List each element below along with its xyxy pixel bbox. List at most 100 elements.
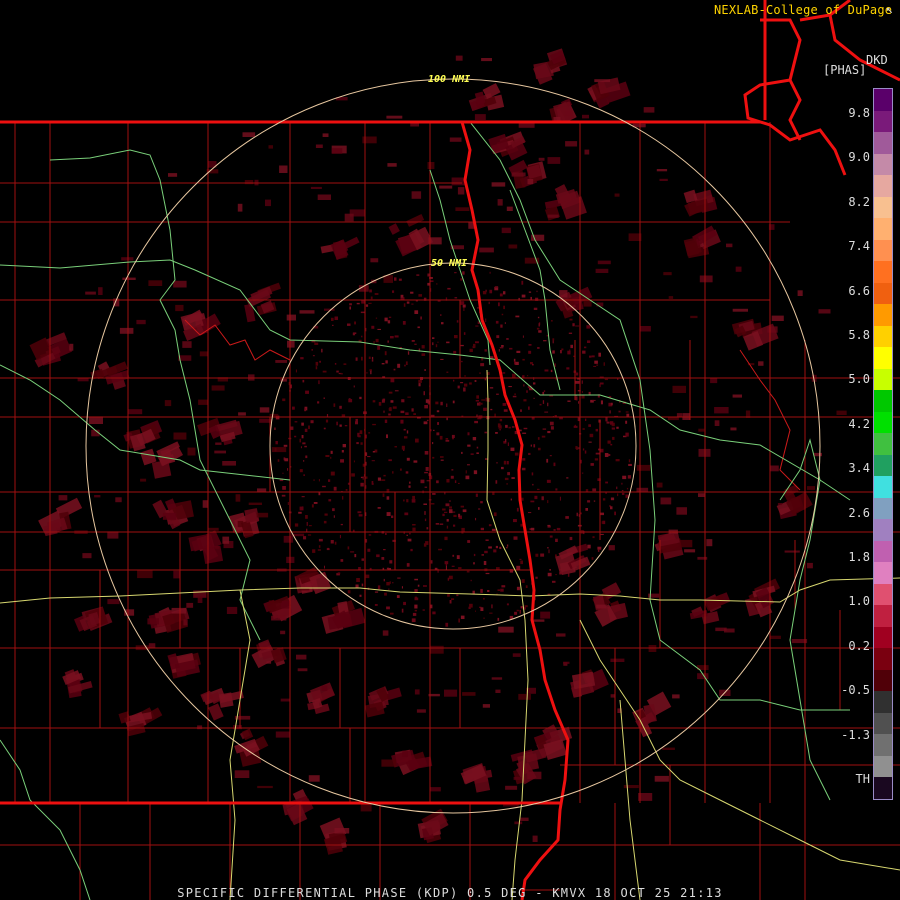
echo-speckle [523,399,527,402]
echo-streak [315,144,323,148]
echo-speckle [336,370,339,373]
echo-streak [584,149,590,155]
echo-speckle [525,585,528,588]
echo-speckle [303,460,305,462]
echo-speckle [414,343,417,345]
echo-speckle [502,372,506,374]
echo-speckle [414,604,418,609]
echo-speckle [413,460,418,463]
echo-streak [714,407,729,414]
echo-speckle [515,315,520,318]
echo-streak [140,478,147,482]
echo-speckle [602,498,606,501]
echo-speckle [299,469,303,473]
echo-speckle [417,326,420,329]
echo-streak [238,412,246,416]
echo-speckle [490,408,493,411]
echo-speckle [528,452,531,455]
echo-speckle [448,575,453,580]
highway-281 [49,149,261,641]
echo-speckle [332,324,334,326]
color-scale-swatch [874,175,892,198]
echo-speckle [400,468,402,471]
echo-speckle [477,402,480,406]
echo-speckle [537,437,540,440]
echo-speckle [377,585,381,590]
echo-speckle [425,467,429,471]
echo-streak [684,549,696,553]
echo-speckle [514,393,516,396]
echo-speckle [467,432,470,436]
echo-streak [244,180,254,185]
echo-speckle [432,442,434,445]
echo-speckle [410,291,414,294]
echo-streak [202,500,209,508]
echo-speckle [372,423,376,426]
echo-speckle [386,496,390,500]
color-scale-swatch [874,261,892,284]
echo-speckle [587,500,591,503]
echo-speckle [475,610,476,612]
echo-speckle [302,379,305,383]
echo-speckle [307,534,312,536]
echo-speckle [358,514,363,517]
echo-streak [344,213,354,222]
echo-speckle [454,480,457,483]
echo-streak [107,599,120,605]
echo-speckle [475,493,478,497]
echo-speckle [440,459,444,461]
echo-streak [497,199,503,206]
echo-speckle [330,540,334,544]
echo-speckle [461,451,463,454]
echo-speckle [403,303,406,307]
echo-speckle [354,321,356,325]
echo-speckle [300,357,304,360]
echo-speckle [406,457,410,461]
echo-speckle [304,445,307,448]
echo-speckle [460,301,465,305]
echo-speckle [513,519,517,523]
echo-speckle [325,455,330,457]
echo-speckle [324,565,325,569]
echo-speckle [311,349,313,351]
echo-streak [836,410,847,415]
echo-speckle [508,386,512,388]
echo-speckle [384,317,388,322]
echo-speckle [606,421,610,424]
echo-speckle [460,505,464,508]
echo-speckle [303,536,307,540]
echo-speckle [522,432,527,434]
echo-streak [540,611,551,619]
color-scale-swatch [874,648,892,671]
echo-speckle [481,554,484,556]
echo-streak [697,556,708,560]
echo-speckle [414,597,419,601]
echo-speckle [345,489,348,491]
echo-speckle [605,481,608,484]
echo-speckle [549,455,552,457]
color-scale-tick-label: -1.3 [841,727,870,742]
highway-10 [579,619,900,871]
echo-speckle [540,553,545,557]
echo-speckle [510,447,515,451]
echo-speckle [597,549,600,552]
echo-speckle [498,349,500,352]
echo-speckle [404,436,408,439]
echo-streak [137,570,153,579]
echo-speckle [454,272,457,274]
echo-speckle [581,472,584,474]
echo-speckle [397,577,401,579]
echo-speckle [294,421,298,423]
color-scale-swatch [874,734,892,757]
echo-streak [197,596,203,603]
echo-speckle [382,398,386,401]
echo-speckle [514,452,519,456]
echo-streak [806,562,813,569]
echo-speckle [404,512,409,516]
echo-speckle [506,483,508,485]
echo-streak [233,725,242,730]
echo-speckle [294,523,299,527]
echo-speckle [519,609,521,614]
echo-speckle [495,432,498,434]
echo-speckle [591,557,594,560]
